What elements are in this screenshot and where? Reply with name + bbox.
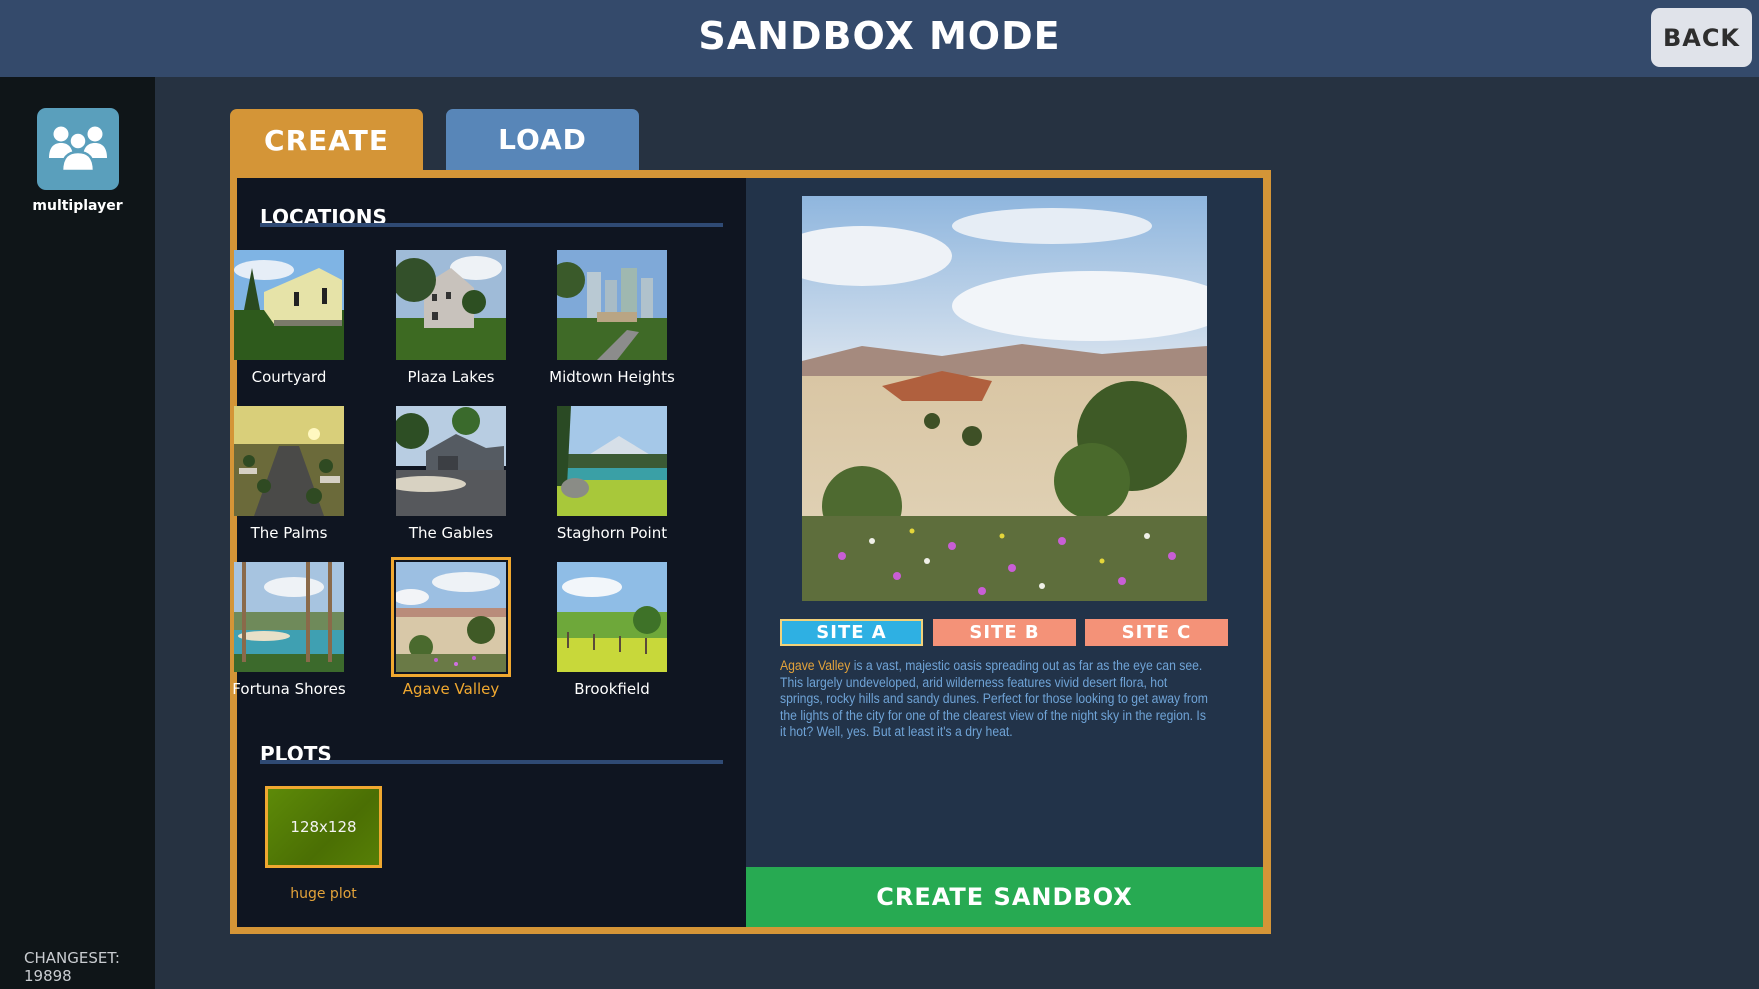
the-gables-thumbnail — [396, 406, 506, 516]
location-label: Agave Valley — [402, 680, 500, 698]
locations-divider — [260, 223, 723, 227]
location-agave-valley[interactable]: Agave Valley — [376, 557, 526, 698]
location-label: Brookfield — [574, 680, 650, 698]
location-preview-image — [802, 196, 1207, 601]
header-bar: SANDBOX MODE BACK — [0, 0, 1759, 77]
changeset-label: CHANGESET: 19898 — [24, 949, 120, 985]
location-label: Midtown Heights — [549, 368, 675, 386]
location-label: Plaza Lakes — [407, 368, 495, 386]
multiplayer-icon — [49, 126, 107, 173]
tab-create[interactable]: CREATE — [230, 109, 423, 171]
location-label: The Gables — [408, 524, 494, 542]
location-label: Courtyard — [251, 368, 327, 386]
plaza-lakes-thumbnail — [396, 250, 506, 360]
plot-size-label: 128x128 — [290, 818, 357, 836]
multiplayer-label: multiplayer — [32, 198, 123, 214]
agave-valley-thumbnail — [391, 557, 511, 677]
location-midtown-heights[interactable]: Midtown Heights — [537, 250, 687, 386]
site-c-button[interactable]: SITE C — [1085, 619, 1228, 646]
site-a-button[interactable]: SITE A — [780, 619, 923, 646]
detail-panel: SITE A SITE B SITE C Agave Valley is a v… — [746, 178, 1263, 927]
brookfield-thumbnail — [557, 562, 667, 672]
midtown-heights-thumbnail — [557, 250, 667, 360]
location-label: Fortuna Shores — [232, 680, 346, 698]
description-location-name: Agave Valley — [780, 658, 851, 674]
fortuna-shores-thumbnail — [234, 562, 344, 672]
location-staghorn-point[interactable]: Staghorn Point — [537, 406, 687, 542]
sidebar: multiplayer CHANGESET: 19898 — [0, 77, 155, 989]
the-palms-thumbnail — [234, 406, 344, 516]
location-fortuna-shores[interactable]: Fortuna Shores — [214, 562, 364, 698]
location-description: Agave Valley is a vast, majestic oasis s… — [780, 658, 1210, 741]
multiplayer-button[interactable] — [37, 108, 119, 190]
location-the-gables[interactable]: The Gables — [376, 406, 526, 542]
location-brookfield[interactable]: Brookfield — [537, 562, 687, 698]
location-label: Staghorn Point — [556, 524, 668, 542]
page-title: SANDBOX MODE — [698, 14, 1061, 58]
plot-huge[interactable]: 128x128 — [265, 786, 382, 868]
create-sandbox-button[interactable]: CREATE SANDBOX — [746, 867, 1263, 927]
site-b-button[interactable]: SITE B — [933, 619, 1076, 646]
courtyard-thumbnail — [234, 250, 344, 360]
staghorn-point-thumbnail — [557, 406, 667, 516]
tab-load[interactable]: LOAD — [446, 109, 639, 170]
create-panel: LOCATIONS Courtyard Plaza Lakes Midtown … — [230, 170, 1271, 934]
plots-divider — [260, 760, 723, 764]
location-courtyard[interactable]: Courtyard — [214, 250, 364, 386]
plot-name-label: huge plot — [290, 886, 357, 902]
location-the-palms[interactable]: The Palms — [214, 406, 364, 542]
selection-panel: LOCATIONS Courtyard Plaza Lakes Midtown … — [232, 178, 746, 927]
back-button[interactable]: BACK — [1651, 8, 1752, 67]
location-plaza-lakes[interactable]: Plaza Lakes — [376, 250, 526, 386]
location-label: The Palms — [250, 524, 328, 542]
